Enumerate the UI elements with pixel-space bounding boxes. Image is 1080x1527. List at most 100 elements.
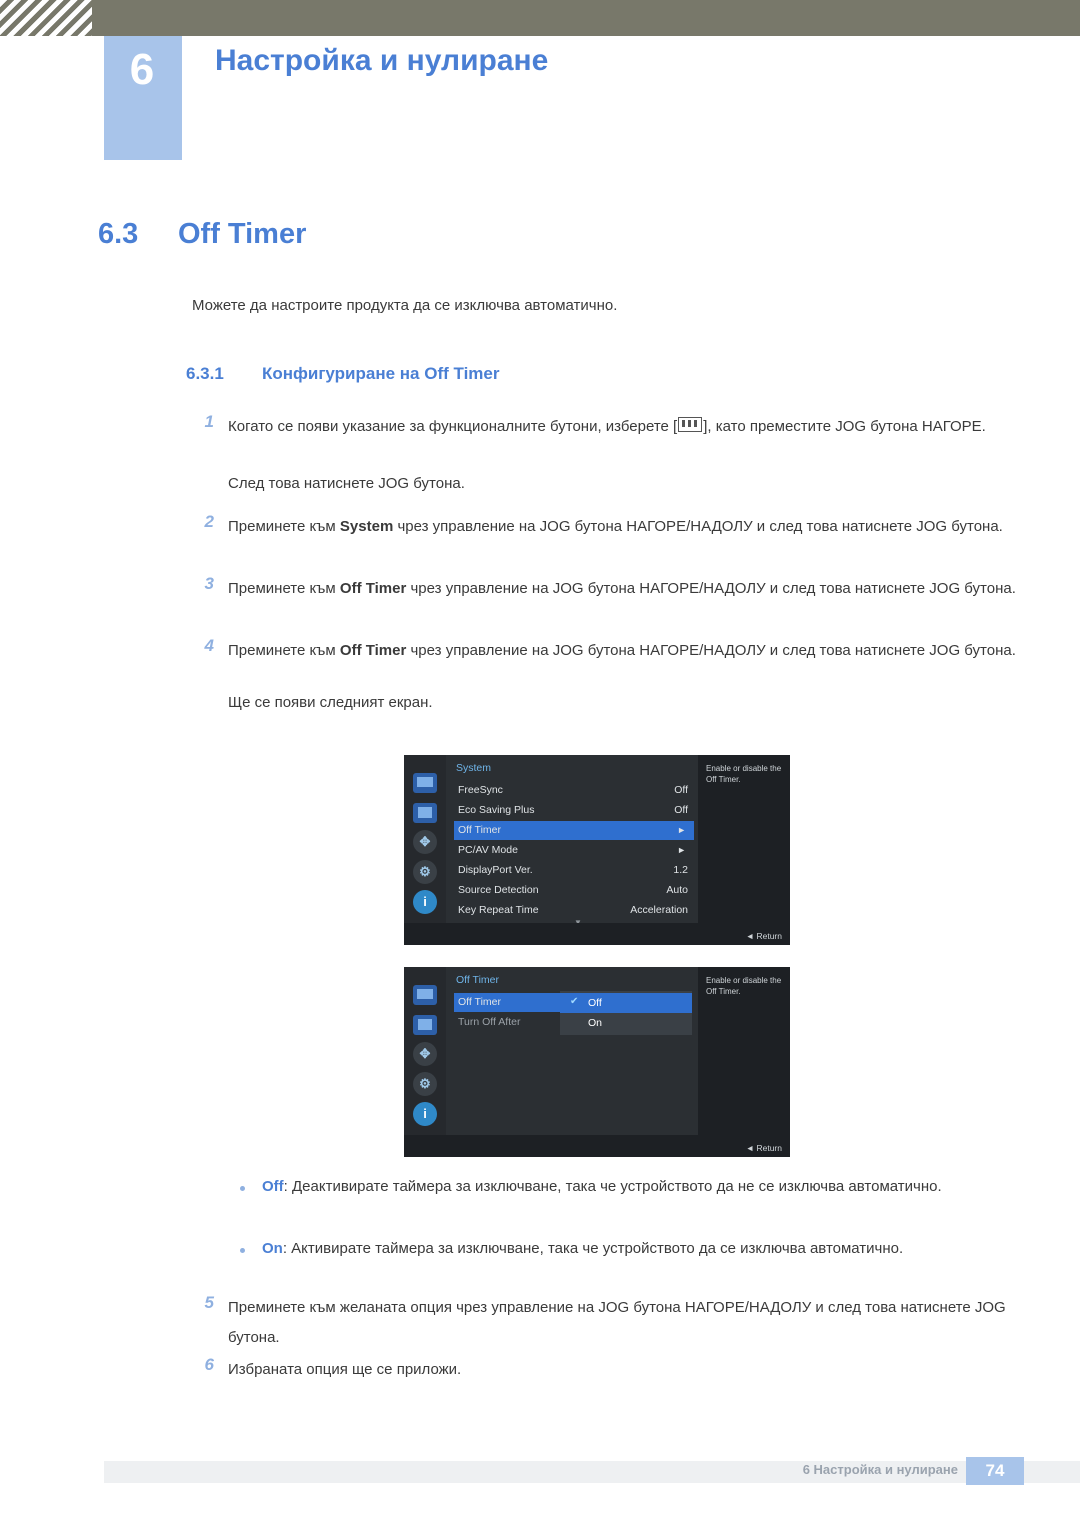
bullet-off: Off: Деактивирате таймера за изключване,… [262,1172,1022,1202]
osd-row-label: Source Detection [458,884,539,896]
section-intro: Можете да настроите продукта да се изклю… [192,297,618,314]
osd-screenshot-system: ✥ ⚙ i System FreeSync Off Eco Saving Plu… [404,755,790,945]
arrows-glyph: ✥ [419,1046,431,1061]
bullet-text: : Деактивирате таймера за изключване, та… [283,1178,942,1195]
option-label: Off [588,997,602,1009]
osd-help-panel: Enable or disable the Off Timer. [698,967,790,1157]
info-glyph: i [423,894,427,909]
step-text: Когато се появи указание за функционални… [228,412,1028,442]
osd-row-label: DisplayPort Ver. [458,864,533,876]
osd-footer-bar [404,1135,790,1157]
osd-row-label: Off Timer [458,824,501,836]
option-off[interactable]: ✔ Off [560,993,692,1013]
osd-row-label: Off Timer [458,996,501,1008]
osd-row-source-detection[interactable]: Source Detection Auto [454,881,694,900]
information-icon: i [413,1102,437,1126]
osd-row-freesync[interactable]: FreeSync Off [454,781,694,800]
option-on[interactable]: On [560,1013,692,1033]
subsection-number: 6.3.1 [186,364,224,383]
info-glyph: i [423,1106,427,1121]
osd-row-eco-saving-plus[interactable]: Eco Saving Plus Off [454,801,694,820]
monitor-icon [413,985,437,1005]
bullet-on: On: Активирате таймера за изключване, та… [262,1234,1022,1264]
step-4-note: Ще се появи следният екран. [228,694,433,711]
bullet-term: Off [262,1178,284,1195]
osd-row-value: Off [674,784,688,796]
osd-return-button[interactable]: ◄ Return [746,1143,782,1153]
osd-row-label: FreeSync [458,784,503,796]
monitor-icon [413,773,437,793]
osd-row-off-timer[interactable]: Off Timer ► [454,821,694,840]
step-1-text-after: ], като преместите JOG бутона НАГОРЕ. [703,418,986,435]
step-text: Преминете към Off Timer чрез управление … [228,574,1028,604]
onscreen-display-icon: ✥ [413,1042,437,1066]
information-icon: i [413,890,437,914]
step-text: Преминете към Off Timer чрез управление … [228,636,1028,666]
chapter-title: Настройка и нулиране [215,44,549,77]
gear-glyph: ⚙ [419,1076,431,1091]
osd-row-value: Auto [666,884,688,896]
section-number: 6.3 [98,218,139,250]
step-number: 1 [204,412,214,431]
osd-menu-pane: Off Timer Off Timer Turn Off After ✔ Off… [446,967,698,1135]
step-number: 5 [204,1293,214,1312]
osd-row-label: Eco Saving Plus [458,804,535,816]
step-number: 2 [204,512,214,531]
step-3-post: чрез управление на JOG бутона НАГОРЕ/НАД… [406,580,1016,597]
bullet-marker [240,1186,245,1191]
step-1-text-before: Когато се появи указание за функционални… [228,418,678,435]
step-number: 6 [204,1355,214,1374]
onscreen-display-icon: ✥ [413,830,437,854]
bullet-text: : Активирате таймера за изключване, така… [282,1240,904,1257]
osd-footer-bar [404,923,790,945]
step-3-strong: Off Timer [339,580,407,597]
osd-row-value: Acceleration [630,904,688,916]
step-4-strong: Off Timer [339,642,407,659]
osd-screenshot-off-timer: ✥ ⚙ i Off Timer Off Timer Turn Off After… [404,967,790,1157]
step-text: Преминете към System чрез управление на … [228,512,1028,542]
chevron-right-icon: ► [677,825,686,835]
step-number: 4 [204,636,214,655]
osd-row-pc-av-mode[interactable]: PC/AV Mode ► [454,841,694,860]
off-timer-option-popup: ✔ Off On [560,991,692,1035]
check-icon: ✔ [570,996,579,1007]
system-icon: ⚙ [413,1072,437,1096]
section-title: Off Timer [178,218,307,250]
bullet-term: On [262,1240,283,1257]
step-4-pre: Преминете към [228,642,340,659]
osd-row-label: PC/AV Mode [458,844,518,856]
jog-button-icon [678,417,703,432]
step-2-strong: System [339,518,394,535]
picture-icon [413,1015,437,1035]
osd-help-panel: Enable or disable the Off Timer. [698,755,790,945]
step-4-post: чрез управление на JOG бутона НАГОРЕ/НАД… [406,642,1016,659]
picture-icon [413,803,437,823]
osd-row-value: 1.2 [673,864,688,876]
step-text: Избраната опция ще се приложи. [228,1361,462,1378]
osd-row-label: Key Repeat Time [458,904,539,916]
step-text: Преминете към желаната опция чрез управл… [228,1299,1006,1346]
chevron-right-icon: ► [677,845,686,855]
osd-icon-rail: ✥ ⚙ i [404,755,446,945]
osd-return-button[interactable]: ◄ Return [746,931,782,941]
bullet-marker [240,1248,245,1253]
footer-text: 6 Настройка и нулиране [802,1462,958,1477]
step-1-note: След това натиснете JOG бутона. [228,475,465,492]
step-2-post: чрез управление на JOG бутона НАГОРЕ/НАД… [393,518,1003,535]
chapter-number: 6 [129,45,155,94]
osd-help-text: Enable or disable the Off Timer. [706,764,782,784]
system-icon: ⚙ [413,860,437,884]
osd-row-value: Off [674,804,688,816]
subsection-title: Конфигуриране на Off Timer [262,364,500,383]
osd-icon-rail: ✥ ⚙ i [404,967,446,1157]
osd-menu-pane: System FreeSync Off Eco Saving Plus Off … [446,755,698,927]
step-2-pre: Преминете към [228,518,340,535]
option-label: On [588,1017,603,1029]
gear-glyph: ⚙ [419,864,431,879]
header-hatch-pattern [0,0,92,36]
osd-menu-title: Off Timer [456,974,499,986]
step-3-pre: Преминете към [228,580,340,597]
step-number: 3 [204,574,214,593]
osd-row-displayport-ver[interactable]: DisplayPort Ver. 1.2 [454,861,694,880]
osd-row-label: Turn Off After [458,1016,521,1028]
